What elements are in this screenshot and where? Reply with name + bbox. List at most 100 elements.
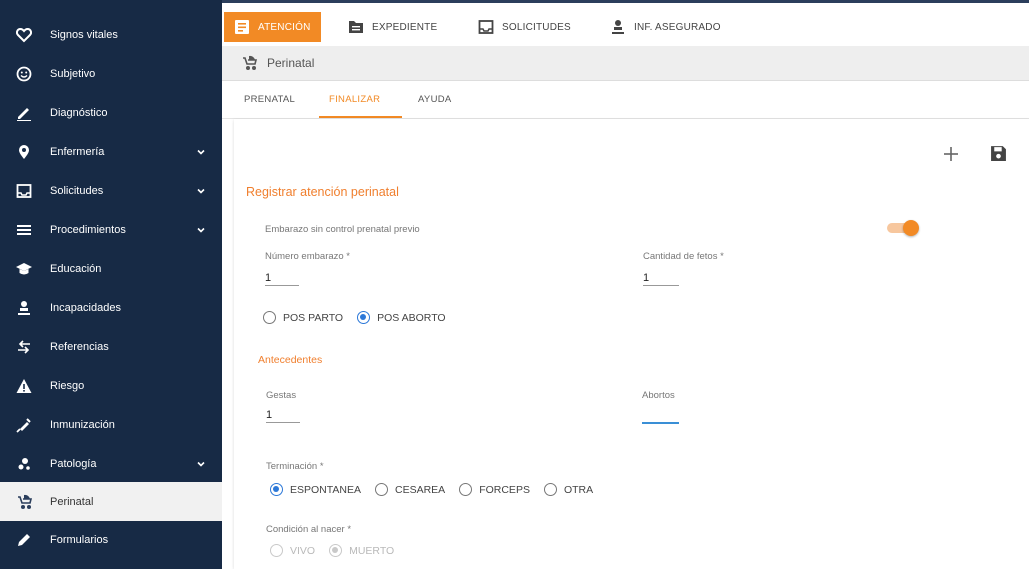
subtab-finalizar[interactable]: FINALIZAR — [329, 94, 380, 105]
radio-label: FORCEPS — [479, 483, 530, 496]
radio-circle — [329, 544, 343, 557]
sidebar-item-riesgo[interactable]: Riesgo — [0, 366, 222, 405]
virus-icon — [15, 455, 33, 473]
cesarea-radio[interactable]: CESAREA — [375, 483, 445, 496]
toggle-label: Embarazo sin control prenatal previo — [265, 224, 420, 235]
warning-triangle-icon — [15, 377, 33, 395]
section-header: Perinatal — [222, 46, 1029, 81]
terminacion-radio-group: ESPONTANEA CESAREA FORCEPS OTRA — [270, 483, 607, 496]
cantidad-fetos-input[interactable] — [643, 270, 679, 286]
sidebar-item-label: Referencias — [50, 340, 109, 353]
subtab-ayuda[interactable]: AYUDA — [418, 94, 452, 105]
pos-parto-radio[interactable]: POS PARTO — [263, 311, 343, 324]
sidebar-item-label: Educación — [50, 262, 102, 275]
otra-radio[interactable]: OTRA — [543, 483, 594, 496]
stroller-icon — [240, 55, 258, 71]
gestas-label: Gestas — [266, 390, 297, 401]
heart-icon — [15, 26, 33, 44]
sin-control-prenatal-toggle[interactable] — [887, 220, 921, 236]
radio-circle — [263, 311, 276, 324]
radio-label: MUERTO — [349, 544, 395, 557]
terminacion-label: Terminación * — [266, 461, 324, 472]
sidebar-item-referencias[interactable]: Referencias — [0, 327, 222, 366]
radio-label: OTRA — [563, 483, 594, 496]
pos-aborto-radio[interactable]: POS ABORTO — [357, 311, 446, 324]
sidebar-item-label: Solicitudes — [50, 184, 104, 197]
radio-circle — [357, 311, 371, 324]
tab-inf-asegurado[interactable]: INF. ASEGURADO — [610, 12, 721, 42]
form-heading: Registrar atención perinatal — [246, 185, 399, 199]
numero-embarazo-label: Número embarazo * — [265, 251, 351, 262]
sidebar-item-enfermeria[interactable]: Enfermería — [0, 132, 222, 171]
smiley-icon — [15, 65, 33, 83]
stroller-icon — [15, 493, 33, 511]
sidebar-item-label: Inmunización — [50, 418, 115, 431]
abortos-input[interactable] — [642, 408, 679, 424]
condicion-label: Condición al nacer * — [266, 524, 352, 535]
graduation-cap-icon — [15, 260, 33, 278]
radio-circle — [375, 483, 388, 496]
radio-label: POS ABORTO — [377, 311, 446, 324]
tab-expediente[interactable]: EXPEDIENTE — [348, 12, 437, 42]
tab-atencion[interactable]: ATENCIÓN — [224, 12, 321, 42]
radio-label: ESPONTANEA — [290, 483, 361, 496]
radio-circle — [270, 544, 283, 557]
list-icon — [15, 221, 33, 239]
cantidad-fetos-label: Cantidad de fetos * — [643, 251, 724, 262]
sidebar-item-signos-vitales[interactable]: Signos vitales — [0, 15, 222, 54]
sidebar: Signos vitales Subjetivo Diagnóstico Enf… — [0, 0, 222, 569]
tab-label: ATENCIÓN — [258, 21, 311, 33]
pencil-icon — [15, 104, 33, 122]
espontanea-radio[interactable]: ESPONTANEA — [270, 483, 361, 496]
sidebar-item-label: Perinatal — [50, 495, 94, 508]
chevron-down-icon[interactable] — [196, 225, 206, 235]
tipo-radio-group: POS PARTO POS ABORTO — [263, 311, 460, 324]
sidebar-item-diagnostico[interactable]: Diagnóstico — [0, 93, 222, 132]
sidebar-item-solicitudes[interactable]: Solicitudes — [0, 171, 222, 210]
sidebar-item-educacion[interactable]: Educación — [0, 249, 222, 288]
tab-solicitudes[interactable]: SOLICITUDES — [478, 12, 571, 42]
sidebar-item-inmunizacion[interactable]: Inmunización — [0, 405, 222, 444]
pen-icon — [15, 531, 33, 549]
vivo-radio[interactable]: VIVO — [270, 544, 315, 557]
antecedentes-heading: Antecedentes — [258, 354, 323, 366]
sidebar-item-patologia[interactable]: Patología — [0, 444, 222, 483]
numero-embarazo-input[interactable] — [265, 270, 299, 286]
sidebar-item-perinatal[interactable]: Perinatal — [0, 482, 222, 521]
subtab-prenatal[interactable]: PRENATAL — [244, 94, 295, 105]
chevron-down-icon[interactable] — [196, 459, 206, 469]
radio-circle — [543, 483, 557, 496]
sidebar-item-subjetivo[interactable]: Subjetivo — [0, 54, 222, 93]
sidebar-item-label: Formularios — [50, 533, 109, 546]
map-pin-icon — [15, 143, 33, 161]
plus-icon — [944, 147, 958, 161]
chevron-down-icon[interactable] — [196, 186, 206, 196]
toggle-knob — [903, 220, 919, 236]
radio-circle — [459, 483, 473, 496]
sidebar-item-formularios[interactable]: Formularios — [0, 520, 222, 559]
muerto-radio[interactable]: MUERTO — [329, 544, 394, 557]
top-tab-bar: ATENCIÓN EXPEDIENTE SOLICITUDES INF. ASE… — [222, 0, 1029, 46]
folder-icon — [348, 19, 364, 35]
form-panel: Registrar atención perinatal Embarazo si… — [234, 119, 1029, 569]
tab-label: EXPEDIENTE — [372, 21, 438, 33]
radio-label: VIVO — [290, 544, 316, 557]
gestas-input[interactable] — [266, 407, 300, 423]
transfer-arrows-icon — [15, 338, 33, 356]
inbox-icon — [15, 182, 33, 200]
tab-label: SOLICITUDES — [502, 21, 571, 33]
condicion-radio-group: VIVO MUERTO — [270, 544, 408, 557]
person-icon — [15, 299, 33, 317]
sidebar-item-procedimientos[interactable]: Procedimientos — [0, 210, 222, 249]
add-button[interactable] — [940, 143, 962, 165]
sub-tab-bar: PRENATAL FINALIZAR AYUDA — [222, 81, 1029, 119]
chevron-down-icon[interactable] — [196, 147, 206, 157]
forceps-radio[interactable]: FORCEPS — [459, 483, 530, 496]
sidebar-item-label: Patología — [50, 457, 97, 470]
sidebar-item-label: Enfermería — [50, 145, 105, 158]
save-button[interactable] — [987, 142, 1009, 164]
app-window: Signos vitales Subjetivo Diagnóstico Enf… — [0, 0, 1029, 569]
sidebar-item-label: Procedimientos — [50, 223, 126, 236]
active-tab-indicator — [319, 116, 402, 118]
sidebar-item-incapacidades[interactable]: Incapacidades — [0, 288, 222, 327]
